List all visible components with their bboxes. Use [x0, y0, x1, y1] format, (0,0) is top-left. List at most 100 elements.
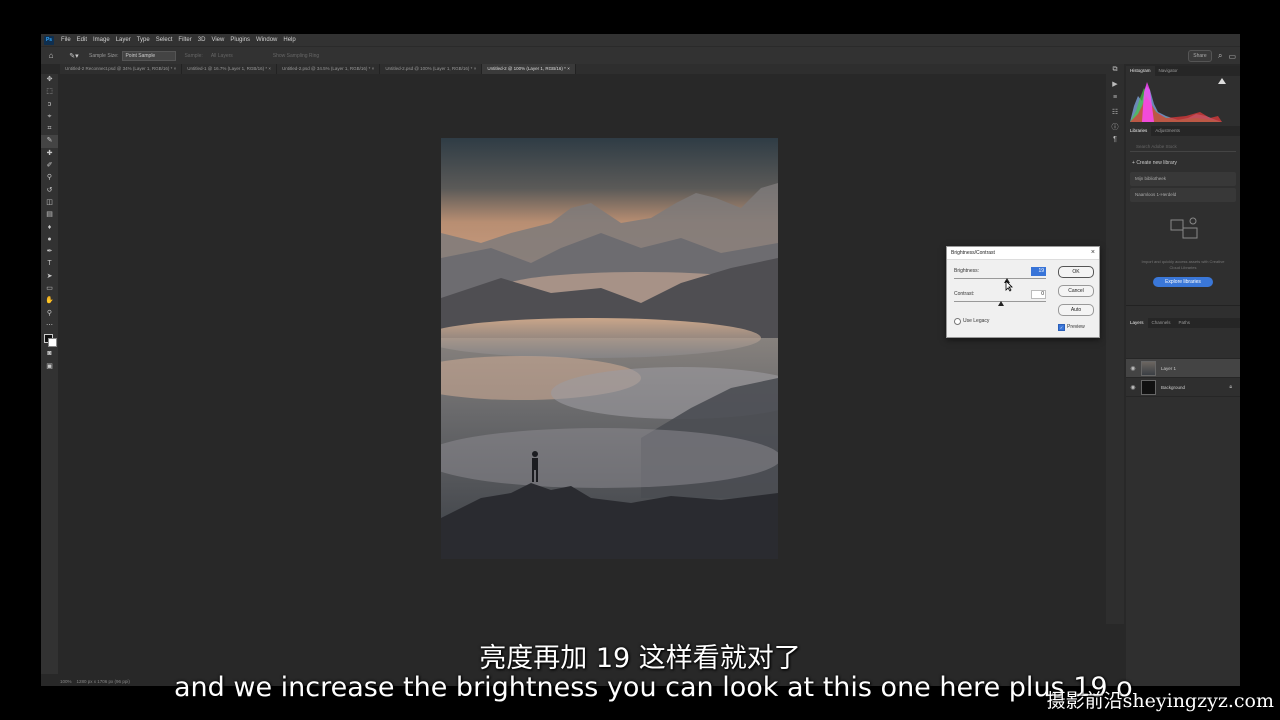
- tab-libraries[interactable]: Libraries: [1126, 126, 1152, 136]
- menu-help[interactable]: Help: [280, 37, 298, 43]
- tab-adjustments[interactable]: Adjustments: [1151, 126, 1184, 136]
- menu-window[interactable]: Window: [253, 37, 280, 43]
- use-legacy-label: Use Legacy: [963, 318, 990, 324]
- tab-document-4[interactable]: Untitled-2.psd @ 100% (Layer 1, RGB/16) …: [380, 64, 483, 74]
- library-item[interactable]: Naamloos 1-Herdeld: [1130, 188, 1236, 202]
- document-info[interactable]: 1280 px x 1706 px (96 ppi): [77, 679, 130, 684]
- screen-mode-icon[interactable]: ▣: [41, 361, 58, 373]
- zoom-level[interactable]: 100%: [60, 679, 72, 684]
- paragraph-icon[interactable]: ¶: [1106, 136, 1124, 148]
- healing-brush-icon[interactable]: ✚: [41, 148, 58, 160]
- subtitle-english: and we increase the brightness you can l…: [174, 672, 1133, 703]
- canvas-area[interactable]: [60, 75, 1098, 675]
- layer-row[interactable]: ◉ Background 🔒︎: [1126, 378, 1240, 397]
- menu-view[interactable]: View: [208, 37, 227, 43]
- menu-bar: Ps File Edit Image Layer Type Select Fil…: [41, 34, 1240, 46]
- menu-file[interactable]: File: [58, 37, 74, 43]
- sample-select[interactable]: All Layers: [211, 53, 233, 59]
- document-tabs: Untitled-2 Reconnect.psd @ 34% (Layer 1,…: [60, 64, 1108, 74]
- tab-label: Untitled-2.psd @ 34.5% (Layer 1, RGB/16)…: [282, 66, 371, 71]
- properties-icon[interactable]: ≡: [1106, 94, 1124, 106]
- path-select-icon[interactable]: ➤: [41, 271, 58, 283]
- menu-type[interactable]: Type: [134, 37, 153, 43]
- home-icon[interactable]: ⌂: [45, 51, 57, 60]
- eyedropper-tool-icon[interactable]: ✎: [41, 135, 58, 148]
- history-icon[interactable]: ⧉: [1106, 66, 1124, 78]
- blur-tool-icon[interactable]: ♦: [41, 222, 58, 234]
- contrast-slider-thumb[interactable]: [998, 301, 1004, 306]
- library-item[interactable]: Mijn bibliotheek: [1130, 172, 1236, 186]
- tab-document-5-active[interactable]: Untitled-2 @ 100% (Layer 1, RGB/16) * ×: [482, 64, 576, 74]
- menu-layer[interactable]: Layer: [113, 37, 134, 43]
- auto-button[interactable]: Auto: [1058, 304, 1094, 316]
- pen-tool-icon[interactable]: ✒: [41, 246, 58, 258]
- lasso-tool-icon[interactable]: ↄ: [41, 99, 58, 111]
- preview-label: Preview: [1067, 324, 1085, 330]
- tab-document-3[interactable]: Untitled-2.psd @ 34.5% (Layer 1, RGB/16)…: [277, 64, 381, 74]
- brush-tool-icon[interactable]: ✐: [41, 160, 58, 172]
- close-icon[interactable]: ×: [268, 66, 271, 71]
- tab-label: Untitled-2 @ 100% (Layer 1, RGB/16) *: [487, 66, 566, 71]
- share-button[interactable]: Share: [1187, 50, 1212, 62]
- eyedropper-tool-icon[interactable]: ✎▾: [67, 52, 81, 60]
- workspace-icon[interactable]: ▭: [1228, 52, 1236, 61]
- crop-tool-icon[interactable]: ⌗: [41, 123, 58, 135]
- create-library-button[interactable]: + Create new library: [1126, 156, 1240, 170]
- type-tool-icon[interactable]: T: [41, 258, 58, 270]
- color-swatches[interactable]: [41, 332, 58, 348]
- marquee-tool-icon[interactable]: ⬚: [41, 86, 58, 98]
- close-icon[interactable]: ×: [1091, 247, 1095, 259]
- contrast-input[interactable]: 0: [1031, 290, 1046, 299]
- close-icon[interactable]: ×: [174, 66, 177, 71]
- tab-channels[interactable]: Channels: [1148, 318, 1175, 328]
- search-icon[interactable]: ⌕: [1218, 51, 1222, 61]
- brightness-input[interactable]: 19: [1031, 267, 1046, 276]
- dialog-title: Brightness/Contrast: [951, 250, 995, 256]
- eraser-tool-icon[interactable]: ◫: [41, 197, 58, 209]
- background-color[interactable]: [48, 338, 57, 348]
- gradient-tool-icon[interactable]: ▤: [41, 209, 58, 221]
- menu-3d[interactable]: 3D: [195, 37, 209, 43]
- close-icon[interactable]: ×: [567, 66, 570, 71]
- menu-plugins[interactable]: Plugins: [227, 37, 253, 43]
- adjust-icon[interactable]: ☷: [1106, 108, 1124, 120]
- more-tools-icon[interactable]: ⋯: [41, 320, 58, 332]
- lock-icon: 🔒︎: [1229, 384, 1232, 390]
- preview-checkbox[interactable]: ✓: [1058, 324, 1065, 331]
- library-search-input[interactable]: Search Adobe Stock: [1130, 142, 1236, 152]
- menu-filter[interactable]: Filter: [175, 37, 194, 43]
- eye-icon[interactable]: ◉: [1129, 384, 1137, 391]
- close-icon[interactable]: ×: [372, 66, 375, 71]
- tab-histogram[interactable]: Histogram: [1126, 66, 1155, 76]
- tab-paths[interactable]: Paths: [1175, 318, 1195, 328]
- quick-mask-icon[interactable]: ◙: [41, 348, 58, 360]
- use-legacy-checkbox[interactable]: [954, 318, 961, 325]
- actions-play-icon[interactable]: ▶: [1106, 80, 1124, 92]
- ok-button[interactable]: OK: [1058, 266, 1094, 278]
- tab-navigator[interactable]: Navigator: [1155, 66, 1182, 76]
- history-brush-icon[interactable]: ↺: [41, 185, 58, 197]
- layer-row[interactable]: ◉ Layer 1: [1126, 359, 1240, 378]
- info-icon[interactable]: ⓘ: [1106, 122, 1124, 134]
- contrast-label: Contrast:: [954, 291, 975, 297]
- menu-edit[interactable]: Edit: [74, 37, 90, 43]
- menu-image[interactable]: Image: [90, 37, 113, 43]
- shape-tool-icon[interactable]: ▭: [41, 283, 58, 295]
- tab-document-2[interactable]: Untitled-1 @ 16.7% (Layer 1, RGB/16) * ×: [182, 64, 278, 74]
- explore-libraries-button[interactable]: Explore libraries: [1153, 277, 1213, 287]
- brightness-slider-track[interactable]: [954, 278, 1046, 279]
- object-select-tool-icon[interactable]: ⌖: [41, 111, 58, 123]
- eye-icon[interactable]: ◉: [1129, 365, 1137, 372]
- close-icon[interactable]: ×: [474, 66, 477, 71]
- clone-stamp-icon[interactable]: ⚲: [41, 172, 58, 184]
- menu-select[interactable]: Select: [153, 37, 176, 43]
- hand-tool-icon[interactable]: ✋: [41, 295, 58, 307]
- dodge-tool-icon[interactable]: ●: [41, 234, 58, 246]
- tab-layers[interactable]: Layers: [1126, 318, 1148, 328]
- cancel-button[interactable]: Cancel: [1058, 285, 1094, 297]
- show-sampling-ring-checkbox[interactable]: Show Sampling Ring: [273, 53, 319, 59]
- tab-document-1[interactable]: Untitled-2 Reconnect.psd @ 34% (Layer 1,…: [60, 64, 183, 74]
- sample-size-select[interactable]: Point Sample: [122, 50, 177, 61]
- zoom-tool-icon[interactable]: ⚲: [41, 308, 58, 320]
- move-tool-icon[interactable]: ✥: [41, 74, 58, 86]
